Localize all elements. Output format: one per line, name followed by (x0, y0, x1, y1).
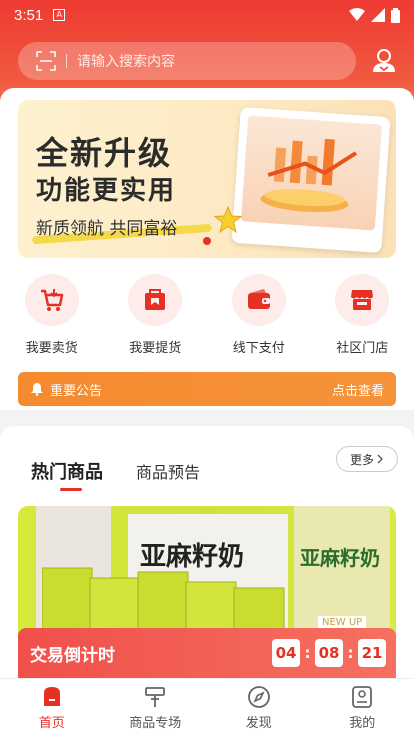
signal-icon (371, 8, 385, 22)
scan-icon[interactable] (36, 51, 56, 71)
search-input[interactable]: 请输入搜索内容 (18, 42, 356, 80)
tab-special[interactable]: 商品专场 (104, 679, 208, 736)
shortcut-pay-circle (231, 274, 286, 326)
shortcut-pickup-circle (128, 274, 183, 326)
status-bar: 3:51 A (0, 0, 414, 30)
countdown-title: 交易倒计时 (30, 645, 115, 666)
promo-banner[interactable]: 全新升级 功能更实用 新质领航 共同富裕 (18, 100, 396, 258)
banner-chart-illustration (240, 115, 383, 231)
product-title-right: 亚麻籽奶 (300, 546, 380, 570)
banner-pager-dot (203, 237, 211, 245)
shortcut-store[interactable]: 社区门店 (317, 274, 407, 356)
announcement-bar[interactable]: 重要公告 点击查看 (18, 372, 396, 406)
countdown-minutes: 08 (315, 639, 343, 667)
cart-icon (40, 289, 63, 311)
countdown-timer: 04 : 08 : 21 (272, 639, 386, 667)
special-icon (145, 687, 166, 707)
shortcut-pickup[interactable]: 我要提货 (110, 274, 200, 356)
bell-icon (31, 383, 43, 396)
shortcut-sell[interactable]: 我要卖货 (7, 274, 97, 356)
user-profile-icon[interactable] (370, 47, 398, 75)
shortcut-sell-circle (24, 274, 79, 326)
banner-illustration (231, 106, 391, 254)
tab-discover-label: 发现 (245, 716, 272, 731)
shortcut-grid: 我要卖货 我要提货 线下支付 社区门店 (0, 274, 414, 356)
countdown-seconds: 21 (358, 639, 386, 667)
countdown-separator: : (304, 644, 311, 662)
status-time: 3:51 (14, 6, 44, 24)
tab-special-label: 商品专场 (129, 716, 182, 731)
shortcut-sell-label: 我要卖货 (25, 341, 78, 356)
more-button[interactable]: 更多 (336, 446, 398, 472)
compass-icon (247, 686, 270, 708)
shortcut-store-circle (335, 274, 390, 326)
tab-home-label: 首页 (38, 716, 65, 731)
home-top-card: 全新升级 功能更实用 新质领航 共同富裕 我要卖货 我要提货 线下支付 社区门店… (0, 88, 414, 410)
countdown-hours: 04 (272, 639, 300, 667)
bag-icon (145, 289, 166, 310)
app-notification-icon: A (53, 9, 66, 21)
tab-discover[interactable]: 发现 (207, 679, 311, 736)
announcement-label: 重要公告 (50, 383, 103, 399)
search-divider (66, 54, 67, 68)
countdown-separator: : (347, 644, 354, 662)
shortcut-pay-label: 线下支付 (232, 341, 285, 356)
tab-home[interactable]: 首页 (0, 679, 104, 736)
tab-hot-products[interactable]: 热门商品 (31, 458, 103, 484)
announcement-view-link[interactable]: 点击查看 (332, 380, 384, 399)
search-row: 请输入搜索内容 (18, 41, 398, 81)
tab-product-preview[interactable]: 商品预告 (136, 459, 200, 483)
battery-icon (391, 7, 400, 23)
trade-countdown-bar: 交易倒计时 04 : 08 : 21 (18, 628, 396, 678)
banner-subheadline: 功能更实用 (36, 176, 177, 206)
more-button-label: 更多 (349, 452, 374, 467)
wifi-icon (349, 8, 365, 21)
growth-chart-icon (260, 138, 358, 213)
star-icon (214, 206, 242, 234)
banner-headline: 全新升级 (36, 134, 173, 172)
tab-mine[interactable]: 我的 (311, 679, 414, 736)
search-placeholder: 请输入搜索内容 (77, 54, 175, 70)
chevron-right-icon (377, 454, 383, 464)
shortcut-pay[interactable]: 线下支付 (214, 274, 304, 356)
profile-icon (352, 686, 373, 708)
shortcut-pickup-label: 我要提货 (129, 341, 182, 356)
store-icon (351, 290, 374, 310)
shortcut-store-label: 社区门店 (336, 341, 389, 356)
banner-slogan: 新质领航 共同富裕 (36, 219, 178, 239)
wallet-icon (247, 289, 270, 309)
tab-active-indicator (60, 488, 82, 491)
bottom-tab-bar: 首页 商品专场 发现 我的 (0, 678, 414, 736)
tab-mine-label: 我的 (349, 716, 376, 731)
home-icon (43, 687, 60, 706)
